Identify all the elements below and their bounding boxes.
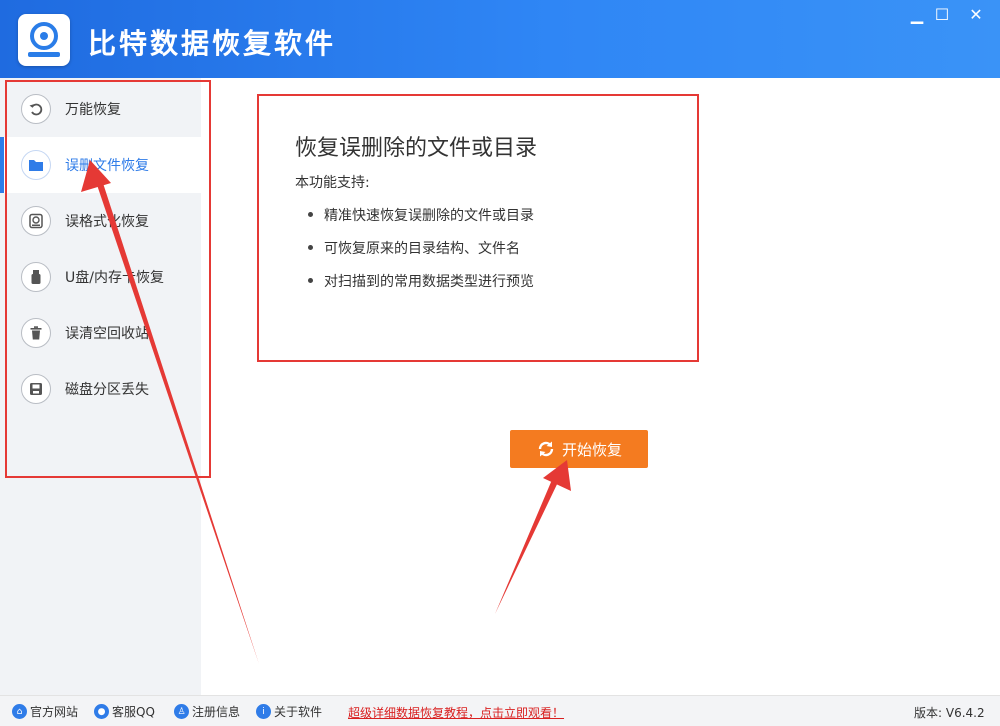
about-software-link[interactable]: i 关于软件 — [256, 703, 322, 720]
tutorial-promo-link[interactable]: 超级详细数据恢复教程，点击立即观看！ — [348, 704, 564, 721]
official-site-link[interactable]: ⌂ 官方网站 — [12, 703, 78, 720]
qq-icon: ● — [94, 704, 109, 719]
annotation-arrow-button — [495, 460, 571, 614]
home-icon: ⌂ — [12, 704, 27, 719]
status-bar: ⌂ 官方网站 ● 客服QQ ♙ 注册信息 i 关于软件 超级详细数据恢复教程，点击立即观… — [0, 695, 1000, 726]
annotation-arrow-sidebar — [81, 160, 259, 664]
user-icon: ♙ — [174, 704, 189, 719]
info-icon: i — [256, 704, 271, 719]
registration-info-link[interactable]: ♙ 注册信息 — [174, 703, 240, 720]
qq-support-link[interactable]: ● 客服QQ — [94, 703, 155, 720]
annotation-arrows — [81, 160, 571, 664]
version-label: 版本: V6.4.2 — [914, 706, 985, 720]
